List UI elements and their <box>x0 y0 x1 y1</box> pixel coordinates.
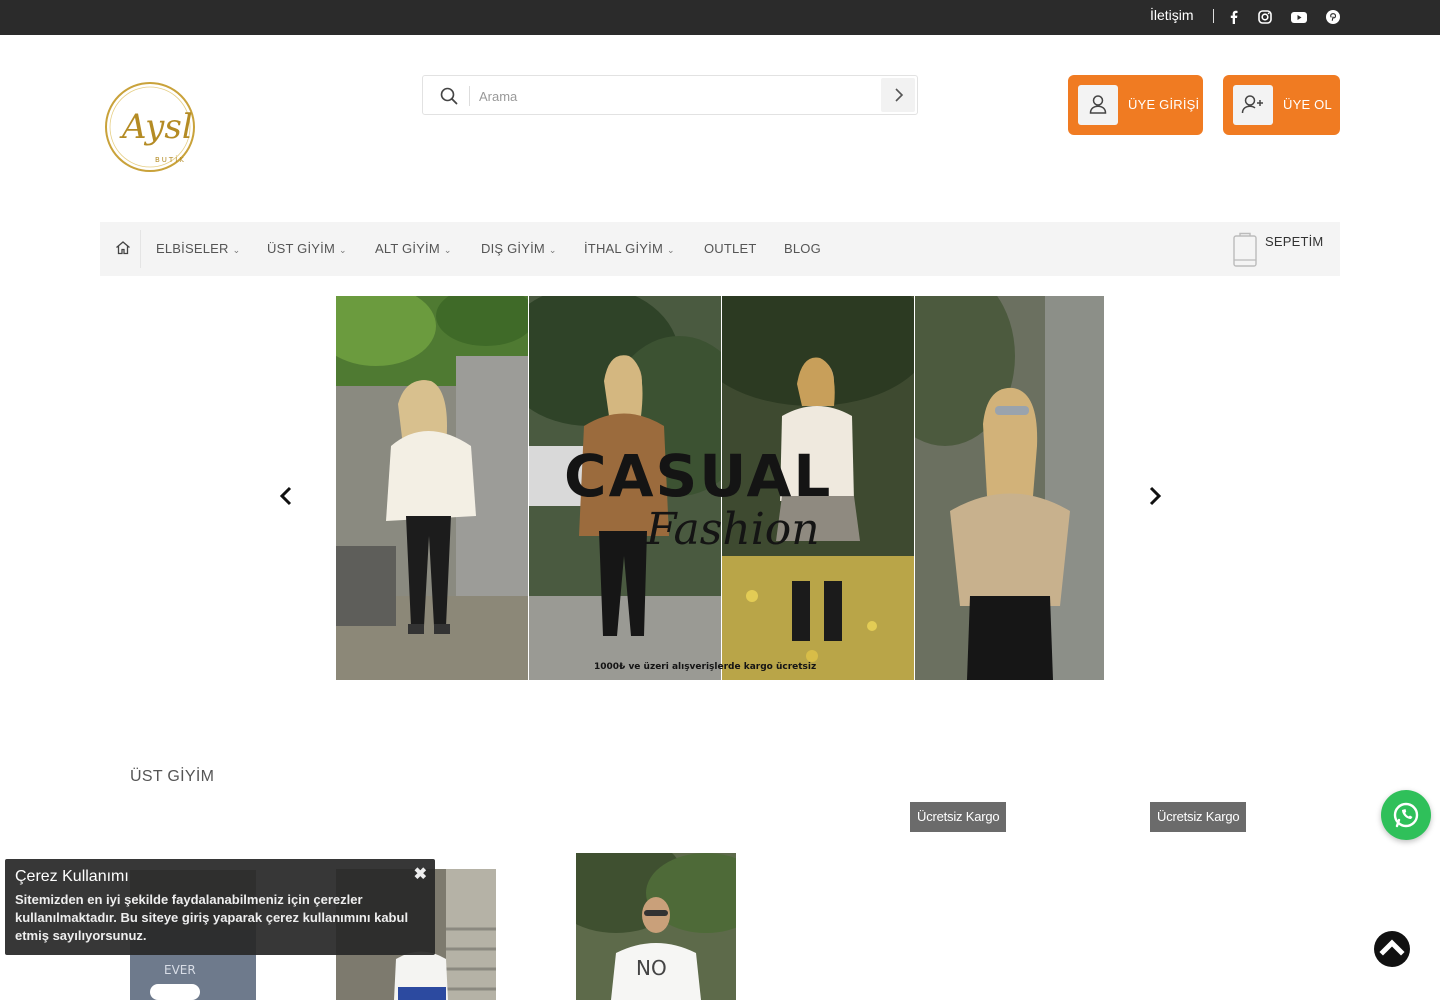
slider-prev-button[interactable] <box>276 483 296 509</box>
nav-item-label: ELBİSELER <box>156 241 229 256</box>
nav-item-label: İTHAL GİYİM <box>584 241 664 256</box>
search-box <box>422 75 918 115</box>
cart-label[interactable]: SEPETİM <box>1265 234 1323 249</box>
free-shipping-badge: Ücretsiz Kargo <box>910 802 1007 832</box>
nav-item-outlet[interactable]: OUTLET <box>704 241 756 256</box>
topbar-divider <box>1213 9 1214 23</box>
whatsapp-button[interactable] <box>1381 790 1431 840</box>
nav-item-label: OUTLET <box>704 241 757 256</box>
svg-text:BUTİK: BUTİK <box>155 155 186 164</box>
youtube-icon[interactable] <box>1290 9 1307 25</box>
nav-item-ithal-giyim[interactable]: İTHAL GİYİM ⌄ <box>584 241 675 256</box>
facebook-icon[interactable] <box>1226 9 1242 25</box>
search-icon[interactable] <box>439 86 459 106</box>
site-logo[interactable]: Aysl BUTİK <box>100 78 200 174</box>
nav-item-elbiseler[interactable]: ELBİSELER ⌄ <box>156 241 240 256</box>
nav-item-label: BLOG <box>784 241 821 256</box>
nav-item-blog[interactable]: BLOG <box>784 241 821 256</box>
pinterest-icon[interactable] <box>1325 9 1341 25</box>
nav-item-alt-giyim[interactable]: ALT GİYİM ⌄ <box>375 241 452 256</box>
product-card-image[interactable]: NO <box>576 853 736 1000</box>
hero-slider[interactable]: CASUAL Fashion 1000₺ ve üzeri alışverişl… <box>336 296 1104 680</box>
main-nav: ELBİSELER ⌄ ÜST GİYİM ⌄ ALT GİYİM ⌄ DIŞ GİY… <box>100 222 1340 276</box>
nav-item-label: DIŞ GİYİM <box>481 241 545 256</box>
register-button[interactable]: ÜYE OL <box>1223 75 1340 135</box>
login-label: ÜYE GİRİŞİ <box>1128 97 1200 112</box>
product-shirt-print: NO <box>636 956 667 980</box>
hero-overlay-title: CASUAL <box>564 442 832 510</box>
chevron-down-icon: ⌄ <box>667 245 675 255</box>
chevron-down-icon: ⌄ <box>339 245 347 255</box>
nav-item-ust-giyim[interactable]: ÜST GİYİM ⌄ <box>267 241 347 256</box>
nav-item-label: ÜST GİYİM <box>267 241 336 256</box>
chevron-up-icon <box>1379 939 1405 956</box>
home-icon[interactable] <box>114 239 132 257</box>
register-label: ÜYE OL <box>1283 97 1332 112</box>
chevron-down-icon: ⌄ <box>548 245 557 255</box>
cookie-title: Çerez Kullanımı <box>15 868 129 885</box>
free-shipping-badge: Ücretsiz Kargo <box>1150 802 1247 832</box>
search-submit-button[interactable] <box>881 78 915 112</box>
cookie-text: Sitemizden en iyi şekilde faydalanabilme… <box>15 892 409 943</box>
section-title: ÜST GİYİM <box>130 768 215 785</box>
hero-overlay-script: Fashion <box>645 504 820 555</box>
instagram-icon[interactable] <box>1257 9 1273 25</box>
add-user-icon <box>1233 85 1273 125</box>
slider-next-button[interactable] <box>1145 483 1165 509</box>
user-icon <box>1078 85 1118 125</box>
product-shirt-print: EVER <box>164 963 196 977</box>
cookie-banner: Çerez Kullanımı Sitemizden en iyi şekild… <box>5 859 435 955</box>
nav-item-label: ALT GİYİM <box>375 241 440 256</box>
contact-link[interactable]: İletişim <box>1150 7 1194 23</box>
shopping-bag-icon[interactable] <box>1230 230 1260 268</box>
chevron-down-icon: ⌄ <box>443 245 452 255</box>
svg-text:Aysl: Aysl <box>119 107 193 147</box>
hero-overlay: CASUAL Fashion 1000₺ ve üzeri alışverişl… <box>564 442 832 672</box>
close-icon[interactable]: ✖ <box>414 864 427 884</box>
whatsapp-icon <box>1393 802 1419 828</box>
top-bar: İletişim <box>0 0 1440 35</box>
nav-item-dis-giyim[interactable]: DIŞ GİYİM ⌄ <box>481 241 557 256</box>
nav-divider <box>140 230 141 268</box>
login-button[interactable]: ÜYE GİRİŞİ <box>1068 75 1203 135</box>
search-divider <box>469 86 470 106</box>
chevron-down-icon: ⌄ <box>232 245 241 255</box>
search-input[interactable] <box>479 84 879 108</box>
scroll-to-top-button[interactable] <box>1374 931 1410 967</box>
hero-overlay-footer: 1000₺ ve üzeri alışverişlerde kargo ücre… <box>594 662 816 672</box>
